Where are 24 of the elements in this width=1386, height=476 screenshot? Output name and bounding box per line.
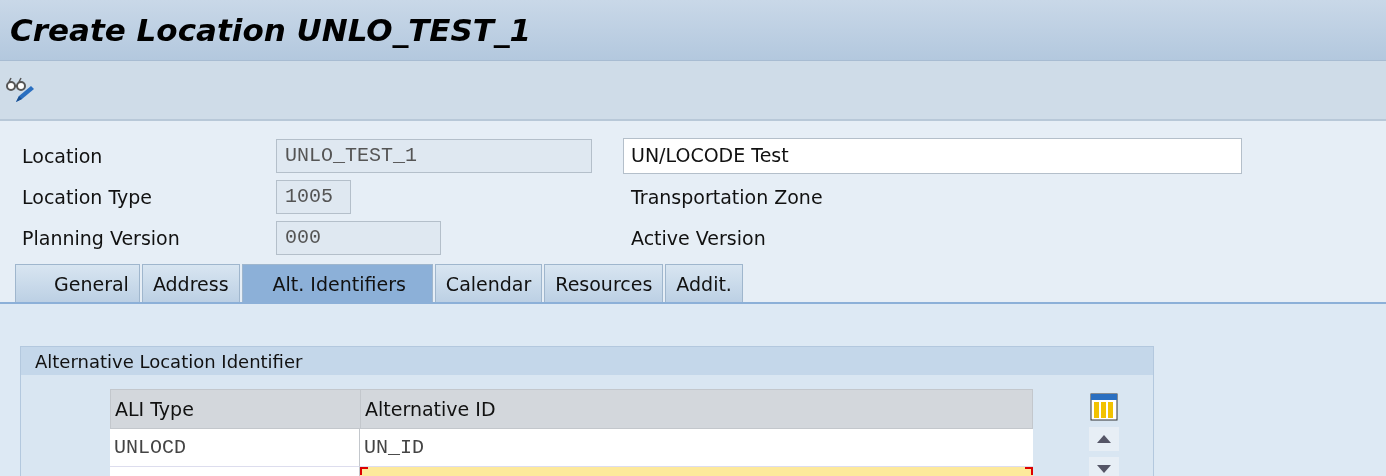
tab[interactable]: Calendar <box>434 264 543 302</box>
column-header[interactable]: ALI Type <box>111 390 361 428</box>
table-cell: UN_ID <box>360 429 1033 467</box>
tab[interactable]: General <box>15 264 140 302</box>
tab[interactable]: Address <box>141 264 240 302</box>
tab[interactable]: Addit. <box>665 264 743 302</box>
scroll-up-icon[interactable] <box>1089 427 1119 451</box>
scroll-down-icon[interactable] <box>1089 457 1119 476</box>
field-label: Location <box>22 144 104 167</box>
field-label: Active Version <box>630 226 766 249</box>
input-field[interactable]: UNLO_TEST_1 <box>276 138 592 173</box>
field-label: Transportation Zone <box>630 185 823 208</box>
column-header[interactable]: Alternative ID <box>361 390 1032 428</box>
tab[interactable]: Resources <box>544 264 664 302</box>
group-title: Alternative Location Identifier <box>35 350 303 372</box>
window-title: Create Location UNLO_TEST_1 <box>10 12 532 48</box>
column-settings-icon[interactable] <box>1090 393 1118 421</box>
description-field[interactable]: UN/LOCODE Test <box>623 137 1242 174</box>
field-label: Planning Version <box>22 226 181 249</box>
table-cell: UNLOCD <box>110 429 360 467</box>
field-label: Location Type <box>22 185 154 208</box>
input-field[interactable]: 000 <box>276 220 441 255</box>
tab[interactable]: Alt. Identifiers <box>241 264 433 302</box>
input-field[interactable]: 1005 <box>276 179 351 214</box>
